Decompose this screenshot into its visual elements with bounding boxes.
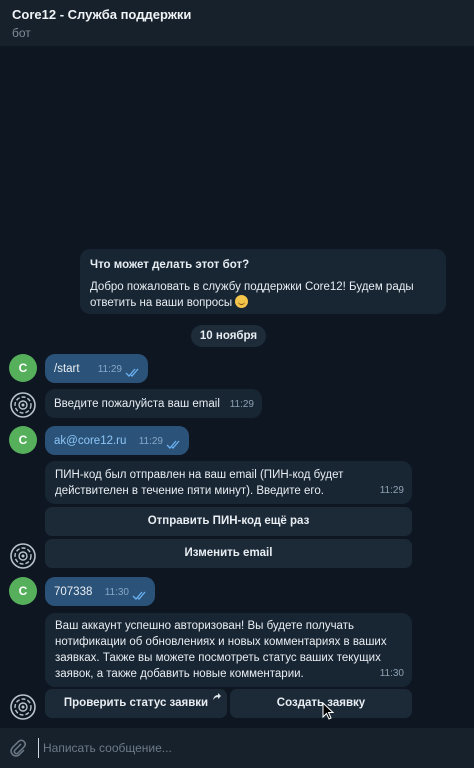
incoming-message[interactable]: ПИН-код был отправлен на ваш email (ПИН-… <box>45 461 412 504</box>
outgoing-message[interactable]: ak@core12.ru 11:29 <box>45 426 189 455</box>
email-link[interactable]: ak@core12.ru <box>54 433 126 449</box>
double-check-icon <box>125 368 139 377</box>
create-ticket-button[interactable]: Создать заявку <box>230 689 412 718</box>
avatar[interactable]: C <box>9 426 37 454</box>
chat-subtitle: бот <box>12 26 31 40</box>
message-composer <box>0 728 474 768</box>
mouse-cursor-icon <box>322 702 335 720</box>
incoming-message[interactable]: Ваш аккаунт успешно авторизован! Вы буде… <box>45 613 412 687</box>
message-list[interactable]: Что может делать этот бот? Добро пожалов… <box>0 46 474 728</box>
bot-description-card: Что может делать этот бот? Добро пожалов… <box>80 249 446 314</box>
message-time: 11:30 <box>104 587 129 598</box>
change-email-button[interactable]: Изменить email <box>45 539 412 568</box>
message-time: 11:29 <box>138 436 163 447</box>
bot-description-title: Что может делать этот бот? <box>90 259 250 271</box>
bot-avatar-icon[interactable] <box>9 693 37 721</box>
message-time: 11:29 <box>379 485 404 496</box>
message-text: Ваш аккаунт успешно авторизован! Вы буде… <box>55 620 387 680</box>
message-time: 11:29 <box>97 364 122 375</box>
message-text: Введите пожалуйста ваш email <box>54 398 220 410</box>
message-time: 11:30 <box>379 668 404 679</box>
double-check-icon <box>166 440 180 449</box>
double-check-icon <box>132 591 146 600</box>
bot-avatar-icon[interactable] <box>9 391 37 419</box>
incoming-message[interactable]: Введите пожалуйста ваш email 11:29 <box>45 389 262 418</box>
outgoing-message[interactable]: 707338 11:30 <box>45 577 155 606</box>
chat-header[interactable]: Core12 - Служба поддержки бот <box>0 0 474 46</box>
bot-description-text: Добро пожаловать в службу поддержки Core… <box>90 281 414 309</box>
bot-avatar-icon[interactable] <box>9 542 37 570</box>
message-input[interactable] <box>38 738 458 758</box>
message-text: ПИН-код был отправлен на ваш email (ПИН-… <box>55 469 344 497</box>
date-divider: 10 ноября <box>191 325 266 347</box>
message-text: /start <box>54 363 80 375</box>
message-text: 707338 <box>54 586 93 598</box>
paperclip-icon[interactable] <box>10 739 26 757</box>
chat-title: Core12 - Служба поддержки <box>12 7 192 22</box>
avatar[interactable]: C <box>9 577 37 605</box>
outgoing-message[interactable]: /start 11:29 <box>45 354 148 383</box>
smile-emoji-icon <box>235 295 249 308</box>
resend-pin-button[interactable]: Отправить ПИН-код ещё раз <box>45 507 412 536</box>
forward-arrow-icon <box>213 693 221 700</box>
check-status-button[interactable]: Проверить статус заявки <box>45 689 227 718</box>
check-status-label: Проверить статус заявки <box>63 697 209 709</box>
message-time: 11:29 <box>229 399 254 410</box>
avatar[interactable]: C <box>9 354 37 382</box>
